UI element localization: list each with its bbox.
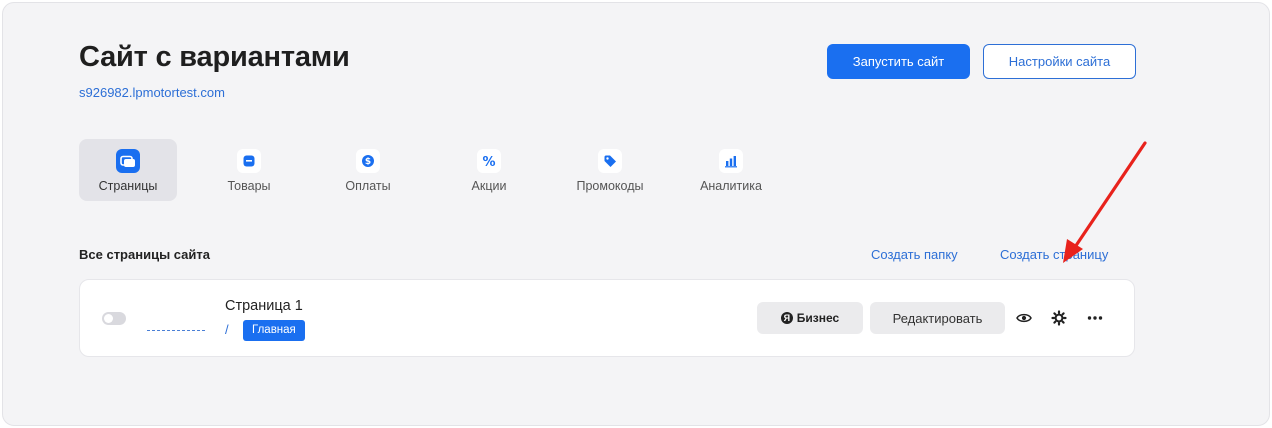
tag-icon: [598, 149, 622, 173]
all-pages-heading: Все страницы сайта: [79, 247, 210, 262]
main-page-badge: Главная: [243, 320, 305, 341]
percent-icon: %: [477, 149, 501, 173]
tab-label: Акции: [471, 179, 507, 193]
tab-label: Товары: [227, 179, 271, 193]
site-settings-button[interactable]: Настройки сайта: [983, 44, 1136, 79]
tab-label: Страницы: [98, 179, 158, 193]
tab-label: Оплаты: [345, 179, 391, 193]
annotation-arrow: [1063, 141, 1147, 263]
page-preview-placeholder: [147, 330, 205, 331]
pages-icon: [116, 149, 140, 173]
page-row: Страница 1 / Главная Я Бизнес Редактиров…: [79, 279, 1135, 357]
launch-site-button[interactable]: Запустить сайт: [827, 44, 970, 79]
products-icon: [237, 149, 261, 173]
tab-promocodes[interactable]: Промокоды: [561, 139, 659, 201]
tab-analytics[interactable]: Аналитика: [682, 139, 780, 201]
edit-page-button[interactable]: Редактировать: [870, 302, 1005, 334]
tab-pages[interactable]: Страницы: [79, 139, 177, 201]
payments-icon: $: [356, 149, 380, 173]
tab-label: Аналитика: [700, 179, 762, 193]
toggle-knob: [104, 314, 113, 323]
yandex-logo-icon: Я: [780, 312, 793, 324]
create-folder-link[interactable]: Создать папку: [871, 247, 958, 262]
svg-text:$: $: [365, 157, 371, 167]
svg-text:%: %: [482, 155, 495, 168]
gear-icon[interactable]: [1048, 307, 1070, 329]
tab-label: Промокоды: [576, 179, 644, 193]
publish-toggle[interactable]: [102, 312, 126, 325]
eye-icon[interactable]: [1013, 307, 1035, 329]
page-title: Сайт с вариантами: [79, 41, 350, 73]
page-path[interactable]: /: [225, 322, 229, 337]
dashboard-panel: Сайт с вариантами s926982.lpmotortest.co…: [2, 2, 1270, 426]
tab-products[interactable]: Товары: [200, 139, 298, 201]
tab-promotions[interactable]: % Акции: [440, 139, 538, 201]
business-label: Бизнес: [796, 311, 840, 325]
yandex-business-button[interactable]: Я Бизнес: [757, 302, 863, 334]
page-name: Страница 1: [225, 298, 303, 314]
chart-icon: [719, 149, 743, 173]
more-options-icon[interactable]: [1084, 307, 1106, 329]
tab-payments[interactable]: $ Оплаты: [319, 139, 417, 201]
site-url-link[interactable]: s926982.lpmotortest.com: [79, 85, 225, 100]
